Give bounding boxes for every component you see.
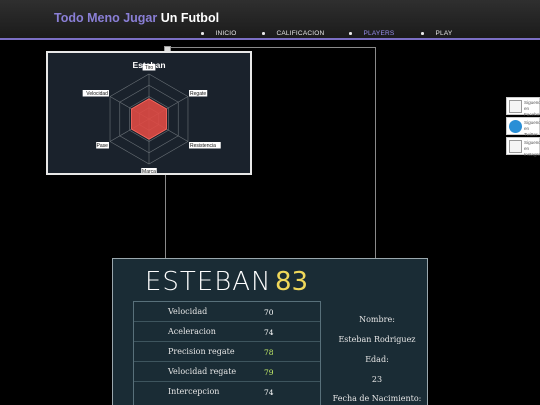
stats-table: Velocidad 70 Aceleracion 74 Precision re… xyxy=(133,301,321,405)
site-title-part1[interactable]: Todo Meno Jugar xyxy=(54,11,157,25)
svg-text:Regate: Regate xyxy=(190,91,206,97)
radar-data-area xyxy=(131,98,167,140)
info-value-edad: 23 xyxy=(371,375,383,384)
site-title-part2[interactable]: Un Futbol xyxy=(161,11,219,25)
stat-value: 74 xyxy=(264,388,274,397)
radar-axis-label: Resistencia xyxy=(189,142,221,149)
site-title[interactable]: Todo Meno Jugar Un Futbol xyxy=(54,11,219,25)
bullet-icon xyxy=(421,32,424,35)
radar-axis-label: Velocidad xyxy=(82,90,109,97)
nav-item-inicio[interactable]: INICIO xyxy=(201,30,237,37)
stat-row: Velocidad regate 79 xyxy=(134,362,320,382)
social-label: Siguenos en Facebook xyxy=(524,100,540,117)
stat-value: 78 xyxy=(264,348,274,357)
divider-line xyxy=(171,47,376,48)
nav-item-players[interactable]: PLAYERS xyxy=(349,30,394,37)
main-nav: INICIO CALIFICACION PLAYERS PLAY xyxy=(0,30,540,40)
stat-value: 74 xyxy=(264,328,274,337)
bullet-icon xyxy=(349,32,352,35)
radar-chart: Tiro Regate Resistencia Marca Pase Velocidad xyxy=(82,64,221,173)
stat-row: Velocidad 70 xyxy=(134,302,320,322)
radar-axis-label: Tiro xyxy=(142,64,156,71)
stat-row: Aceleracion 74 xyxy=(134,322,320,342)
stat-label: Velocidad regate xyxy=(168,367,237,376)
site-header: Todo Meno Jugar Un Futbol INICIO CALIFIC… xyxy=(0,0,540,40)
social-twitter[interactable]: Siguenos en Twitter xyxy=(506,117,540,137)
svg-text:Tiro: Tiro xyxy=(145,65,154,71)
stat-row: Precision regate 78 xyxy=(134,342,320,362)
stat-value: 79 xyxy=(264,368,274,377)
svg-text:Resistencia: Resistencia xyxy=(190,143,216,149)
stat-label: Precision regate xyxy=(168,347,235,356)
divider-line xyxy=(375,47,376,258)
nav-label[interactable]: CALIFICACION xyxy=(277,30,325,37)
facebook-icon xyxy=(509,100,522,113)
stat-label: Aceleracion xyxy=(168,327,216,336)
nav-label[interactable]: INICIO xyxy=(216,30,237,37)
bullet-icon xyxy=(201,32,204,35)
svg-text:Velocidad: Velocidad xyxy=(86,91,108,97)
player-card: ESTEBAN 83 Velocidad 70 Aceleracion 74 P… xyxy=(112,258,428,405)
twitter-icon xyxy=(509,120,522,133)
info-label-edad: Edad: xyxy=(365,355,389,364)
radar-axis-label: Marca xyxy=(141,168,157,173)
stat-label: Intercepcion xyxy=(168,387,220,396)
stat-row: Intercepcion 74 xyxy=(134,382,320,402)
svg-text:Pase: Pase xyxy=(97,143,109,149)
radar-chart-card: Esteban TiroRegateResistenciaMarcaPaseVe… xyxy=(46,51,252,175)
social-label: Siguenos en Instagram xyxy=(524,140,540,157)
social-sidebar: Siguenos en Facebook Siguenos en Twitter… xyxy=(506,97,540,157)
social-facebook[interactable]: Siguenos en Facebook xyxy=(506,97,540,117)
info-value-nombre: Esteban Rodriguez xyxy=(338,335,416,344)
radar-axis-label: Regate xyxy=(189,90,208,97)
social-label: Siguenos en Twitter xyxy=(524,120,540,137)
info-label-nombre: Nombre: xyxy=(359,315,395,324)
instagram-icon xyxy=(509,140,522,153)
bullet-icon xyxy=(262,32,265,35)
info-label-fecha: Fecha de Nacimiento: xyxy=(332,394,422,403)
nav-item-calificacion[interactable]: CALIFICACION xyxy=(262,30,324,37)
stat-value: 70 xyxy=(264,308,274,317)
nav-label[interactable]: PLAY xyxy=(436,30,453,37)
nav-item-play[interactable]: PLAY xyxy=(421,30,452,37)
radar-axis-label: Pase xyxy=(96,142,109,149)
stat-label: Velocidad xyxy=(168,307,208,316)
player-rating: 83 xyxy=(275,267,309,297)
social-instagram[interactable]: Siguenos en Instagram xyxy=(506,137,540,157)
nav-label[interactable]: PLAYERS xyxy=(364,30,395,37)
svg-text:Marca: Marca xyxy=(142,169,156,173)
player-name: ESTEBAN xyxy=(145,267,272,297)
